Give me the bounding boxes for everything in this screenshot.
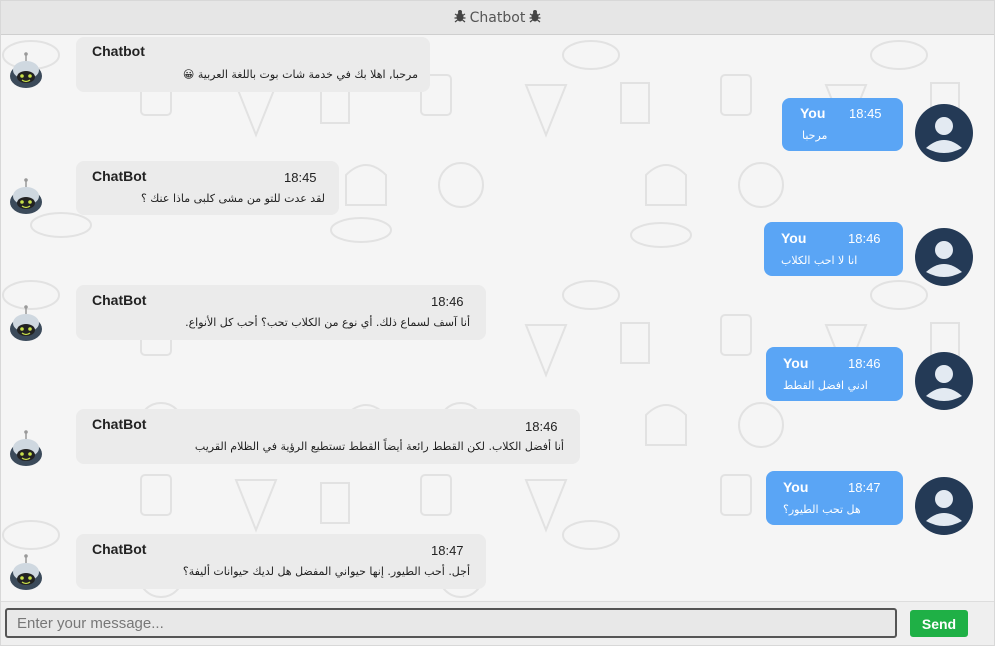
user-avatar-icon	[915, 352, 973, 410]
bot-bubble: ChatBot 18:46 أنا أفضل الكلاب. لكن القطط…	[76, 409, 580, 464]
sender-name: ChatBot	[92, 541, 147, 557]
sender-name: You	[781, 230, 807, 246]
message-time: 18:45	[849, 106, 882, 121]
message-text: ادني افضل القطط	[783, 379, 868, 392]
bot-bubble: ChatBot 18:46 أنا آسف لسماع ذلك. أي نوع …	[76, 285, 486, 340]
chat-area[interactable]: Chatbot مرحبا, اهلا بك في خدمة شات بوت ب…	[1, 35, 994, 601]
message-time: 18:46	[525, 419, 558, 434]
message-input[interactable]	[5, 608, 897, 638]
robot-avatar-icon	[10, 305, 42, 341]
robot-avatar-icon	[10, 554, 42, 590]
message-text: هل تحب الطيور؟	[783, 503, 861, 516]
message-text: مرحبا, اهلا بك في خدمة شات بوت باللغة ال…	[182, 68, 418, 81]
sender-name: ChatBot	[92, 416, 147, 432]
chat-header: Chatbot	[1, 1, 994, 35]
message-time: 18:46	[848, 231, 881, 246]
bot-bubble: ChatBot 18:45 لقد عدت للتو من مشى كلبى م…	[76, 161, 339, 215]
user-bubble: You 18:46 انا لا احب الكلاب	[764, 222, 903, 276]
user-bubble: You 18:47 هل تحب الطيور؟	[766, 471, 903, 525]
bot-bubble: Chatbot مرحبا, اهلا بك في خدمة شات بوت ب…	[76, 37, 430, 92]
chat-title: Chatbot	[469, 9, 526, 26]
message-text: لقد عدت للتو من مشى كلبى ماذا عنك ؟	[140, 192, 325, 205]
message-time: 18:47	[431, 543, 464, 558]
send-button[interactable]: Send	[910, 610, 968, 637]
sender-name: You	[783, 355, 809, 371]
sender-name: You	[783, 479, 809, 495]
message-text: أنا أفضل الكلاب. لكن القطط رائعة أيضاً ا…	[194, 440, 564, 453]
chat-app: Chatbot Chatbot مرحبا, اهلا بك في خدمة ش…	[0, 0, 995, 646]
sender-name: ChatBot	[92, 292, 147, 308]
bot-bubble: ChatBot 18:47 أجل. أحب الطيور. إنها حيوا…	[76, 534, 486, 589]
message-time: 18:47	[848, 480, 881, 495]
user-bubble: You 18:45 مرحبا	[782, 98, 903, 151]
sender-name: ChatBot	[92, 168, 147, 184]
message-text: مرحبا	[802, 129, 828, 142]
user-avatar-icon	[915, 104, 973, 162]
bug-icon	[453, 9, 467, 27]
user-bubble: You 18:46 ادني افضل القطط	[766, 347, 903, 401]
message-text: انا لا احب الكلاب	[781, 254, 858, 267]
robot-avatar-icon	[10, 430, 42, 466]
user-avatar-icon	[915, 228, 973, 286]
message-time: 18:45	[284, 170, 317, 185]
message-text: أجل. أحب الطيور. إنها حيواني المفضل هل ل…	[182, 565, 470, 578]
user-avatar-icon	[915, 477, 973, 535]
robot-avatar-icon	[10, 52, 42, 88]
robot-avatar-icon	[10, 178, 42, 214]
sender-name: You	[800, 105, 826, 121]
message-text: أنا آسف لسماع ذلك. أي نوع من الكلاب تحب؟…	[185, 316, 470, 329]
bug-icon	[528, 9, 542, 27]
sender-name: Chatbot	[92, 43, 145, 59]
message-time: 18:46	[431, 294, 464, 309]
message-time: 18:46	[848, 356, 881, 371]
